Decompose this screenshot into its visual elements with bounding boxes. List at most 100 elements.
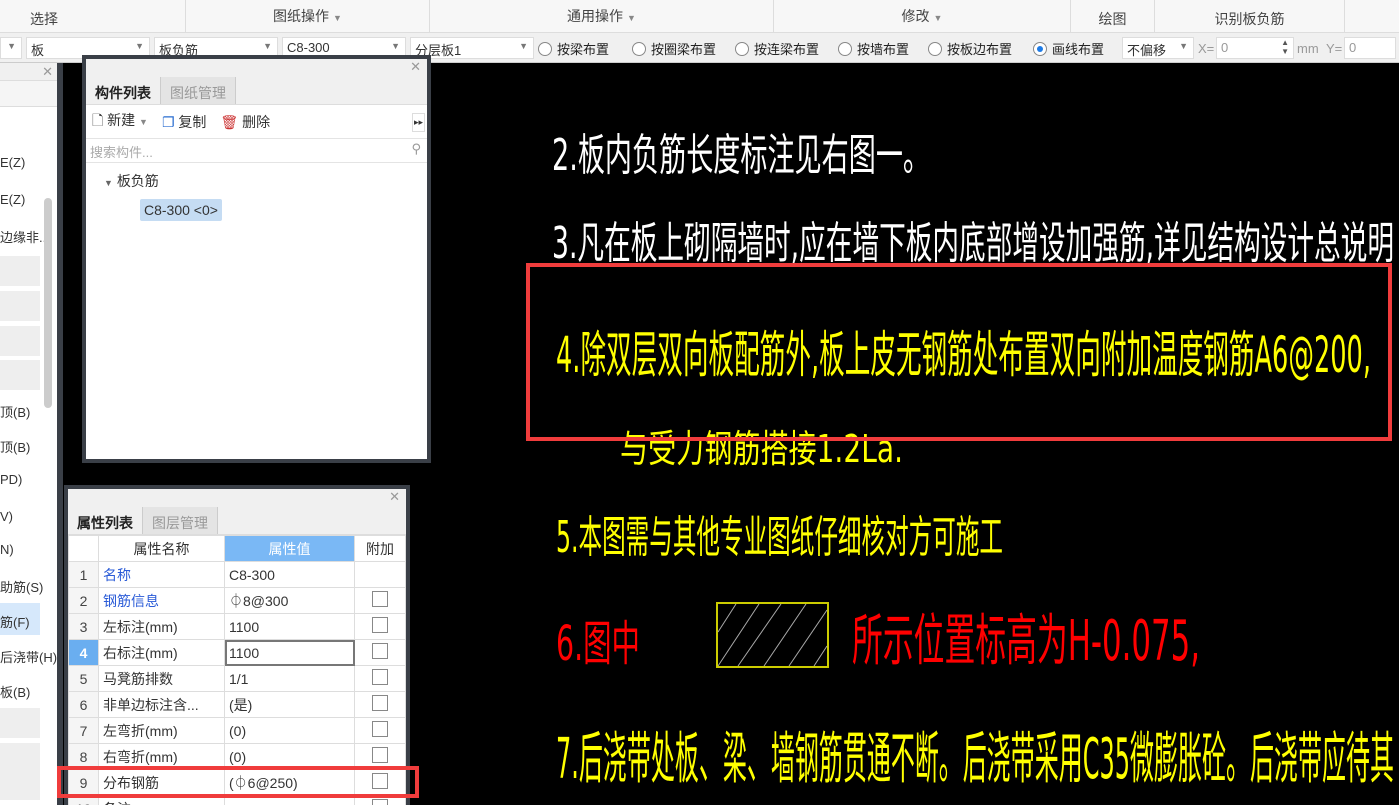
chevron-down-icon: ▼ [263,41,272,51]
radio-icon [735,42,749,56]
copy-button[interactable]: ❐ 复制 [162,112,206,132]
unit-label: mm [1297,41,1319,56]
select-value: 不偏移 [1127,43,1167,58]
chevron-down-icon: ▼ [627,13,636,23]
nav-item[interactable]: 边缘非.. [0,227,46,246]
checkbox[interactable] [372,747,388,763]
nav-item[interactable]: E(Z) [0,192,25,207]
property-row[interactable]: 7 左弯折(mm) (0) [68,717,406,744]
caret-down-icon: ▼ [104,178,113,188]
tree-label: 板负筋 [116,173,159,189]
checkbox[interactable] [372,721,388,737]
search-placeholder: 搜索构件... [90,145,153,160]
property-name: 左标注(mm) [98,613,225,640]
checkbox[interactable] [372,669,388,685]
close-icon[interactable]: ✕ [389,489,400,505]
checkbox[interactable] [372,643,388,659]
property-row[interactable]: 6 非单边标注含... (是) [68,691,406,718]
checkbox[interactable] [372,799,388,805]
ribbon-group-draw[interactable]: 绘图 [1071,0,1155,33]
x-input[interactable]: 0 ▲ ▼ [1216,37,1294,59]
property-value[interactable]: 1/1 [224,665,355,692]
tab-component-list[interactable]: 构件列表 [86,77,161,104]
nav-item-selected[interactable]: 筋(F) [0,612,30,631]
new-file-icon: 🗋 [92,111,104,128]
property-list-panel: ✕ 属性列表 图层管理 属性名称 属性值 附加 1 名称 C8-300 2 钢筋… [64,485,410,805]
row-index: 4 [68,639,99,666]
floor-select[interactable]: ▼ [0,37,22,59]
tab-drawing-management[interactable]: 图纸管理 [161,77,236,104]
nav-item[interactable]: N) [0,542,14,557]
property-value[interactable]: 1100 [224,639,355,666]
radio-draw-line[interactable]: 画线布置 [1033,39,1104,58]
nav-item[interactable]: 顶(B) [0,437,30,456]
extra-cell [354,691,406,718]
delete-button[interactable]: 🗑 删除 [220,112,270,132]
property-value[interactable]: (是) [224,691,355,718]
search-input[interactable]: 搜索构件... ⚲ [86,139,427,163]
header-index [68,535,99,562]
panel-splitter[interactable] [57,63,63,805]
checkbox[interactable] [372,695,388,711]
radio-by-ring-beam[interactable]: 按圈梁布置 [632,39,716,58]
more-icon[interactable]: ▸▸ [411,113,425,132]
ribbon-group-identify[interactable]: 识别板负筋 [1155,0,1345,33]
property-row[interactable]: 5 马凳筋排数 1/1 [68,665,406,692]
nav-group-header[interactable] [0,360,40,390]
property-value[interactable]: 1100 [224,613,355,640]
property-value[interactable]: (0) [224,717,355,744]
new-button[interactable]: 🗋 新建 ▼ [92,110,148,134]
nav-group-header[interactable] [0,256,40,286]
select-value: C8-300 [287,40,330,55]
spinner-icon[interactable]: ▲ ▼ [1281,38,1289,56]
nav-item[interactable]: E(Z) [0,155,25,170]
nav-group-header[interactable] [0,708,40,738]
close-icon[interactable]: ✕ [410,59,421,75]
nav-item[interactable]: PD) [0,472,22,487]
radio-by-wall[interactable]: 按墙布置 [838,39,909,58]
nav-group-header[interactable] [0,291,40,321]
ribbon-group-select[interactable]: 选择 [0,0,186,33]
chevron-down-icon: ▼ [139,116,148,127]
close-icon[interactable]: ✕ [42,64,53,80]
ribbon-group-modify[interactable]: 修改 ▼ [774,0,1071,33]
left-navigation-panel: ✕ E(Z) E(Z) 边缘非.. 顶(B) 顶(B) PD) V) N) 助筋… [0,63,57,805]
radio-label: 按墙布置 [857,42,910,57]
property-row[interactable]: 1 名称 C8-300 [68,561,406,588]
y-input[interactable]: 0 [1344,37,1396,59]
nav-item[interactable]: 助筋(S) [0,577,43,596]
tab-property-list[interactable]: 属性列表 [68,507,143,534]
radio-by-link-beam[interactable]: 按连梁布置 [735,39,819,58]
nav-group-header[interactable] [0,326,40,356]
scrollbar[interactable] [44,198,52,408]
tab-layer-management[interactable]: 图层管理 [143,507,218,534]
group-label: 图纸操作 [273,8,330,24]
property-row[interactable]: 3 左标注(mm) 1100 [68,613,406,640]
checkbox[interactable] [372,617,388,633]
checkbox[interactable] [372,591,388,607]
property-value[interactable]: ⏀8@300 [224,587,355,614]
tree-node-selected[interactable]: C8-300 <0> [140,199,222,221]
trash-icon: 🗑 [220,113,239,130]
radio-by-slab-edge[interactable]: 按板边布置 [928,39,1012,58]
radio-label: 画线布置 [1052,42,1105,57]
nav-item[interactable]: 顶(B) [0,402,30,421]
ribbon: 选择 图纸操作 ▼ 通用操作 ▼ 修改 ▼ 绘图 识别板负筋 [0,0,1399,33]
ribbon-group-drawing-ops[interactable]: 图纸操作 ▼ [186,0,430,33]
nav-item[interactable]: 板(B) [0,682,30,701]
row-index: 2 [68,587,99,614]
nav-item[interactable]: V) [0,509,13,524]
nav-group-header[interactable] [0,770,40,800]
property-value[interactable]: C8-300 [224,561,355,588]
property-row[interactable]: 4 右标注(mm) 1100 [68,639,406,666]
chevron-down-icon: ▼ [933,13,943,23]
chevron-down-icon: ▼ [519,41,528,51]
offset-select[interactable]: 不偏移 ▼ [1122,37,1194,59]
nav-group-header[interactable] [0,743,40,773]
radio-by-beam[interactable]: 按梁布置 [538,39,609,58]
property-row[interactable]: 2 钢筋信息 ⏀8@300 [68,587,406,614]
nav-item[interactable]: 后浇带(H) [0,647,57,666]
ribbon-group-common-ops[interactable]: 通用操作 ▼ [430,0,774,33]
radio-label: 按圈梁布置 [651,42,717,57]
tree-node-parent[interactable]: ▼ 板负筋 [86,163,427,191]
